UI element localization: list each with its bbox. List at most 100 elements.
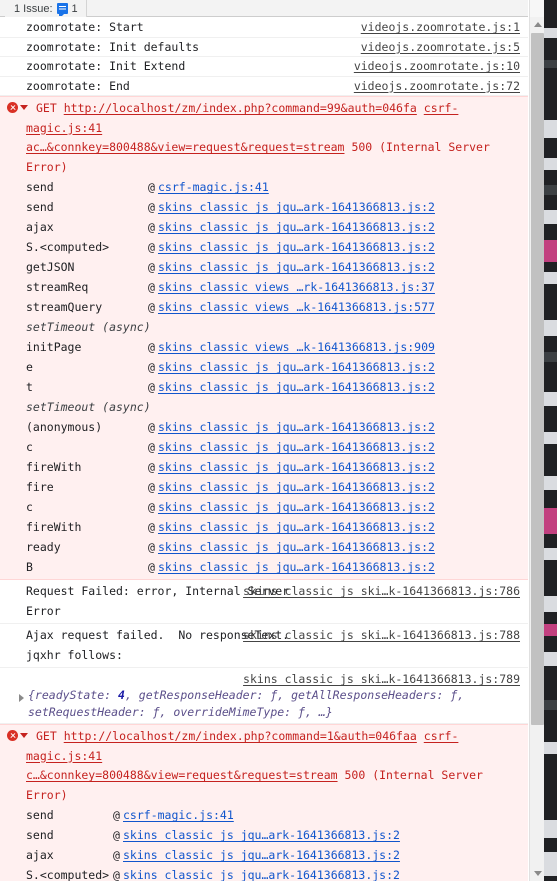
request-url-line2[interactable]: c…&connkey=800488&view=request&request=s…: [26, 768, 338, 782]
issues-chip-button[interactable]: 1 Issue: 1: [5, 0, 87, 17]
log-source-link[interactable]: videojs.zoomrotate.js:10: [354, 57, 520, 76]
stack-source-link[interactable]: skins_classic_views …rk-1641366813.js:37: [158, 277, 435, 297]
console-object-message[interactable]: skins_classic_js_ski…k-1641366813.js:789…: [0, 668, 528, 724]
object-source-link[interactable]: skins_classic_js_ski…k-1641366813.js:789: [243, 670, 520, 690]
triangle-right-icon[interactable]: [19, 694, 24, 702]
stack-function-name: e: [26, 360, 33, 374]
console-log-message[interactable]: zoomrotate: Init Extend videojs.zoomrotat…: [0, 57, 528, 77]
stack-at-symbol: @: [148, 520, 155, 534]
scroll-up-glyph: [533, 22, 542, 27]
stack-source-link[interactable]: skins_classic_js_jqu…ark-1641366813.js:2: [123, 845, 400, 865]
stack-frame-row[interactable]: send @ csrf-magic.js:41: [0, 177, 528, 197]
stack-source-link[interactable]: skins_classic_js_jqu…ark-1641366813.js:2: [158, 357, 435, 377]
plain-source-link[interactable]: skins_classic_js_ski…k-1641366813.js:786: [243, 582, 520, 602]
stack-source-link[interactable]: skins_classic_js_jqu…ark-1641366813.js:2: [158, 257, 435, 277]
stack-at-symbol: @: [148, 560, 155, 574]
stack-frame-row[interactable]: ajax @ skins_classic_js_jqu…ark-1641366813…: [0, 845, 528, 865]
stack-function-name: ready: [26, 540, 61, 554]
stack-frame-row[interactable]: fire @ skins_classic_js_jqu…ark-1641366813…: [0, 477, 528, 497]
stack-source-link[interactable]: skins_classic_js_jqu…ark-1641366813.js:2: [158, 537, 435, 557]
stack-source-link[interactable]: skins_classic_js_jqu…ark-1641366813.js:2: [158, 517, 435, 537]
stack-async-marker: setTimeout (async): [0, 397, 528, 417]
stack-frame-row[interactable]: c @ skins_classic_js_jqu…ark-1641366813.js…: [0, 437, 528, 457]
stack-function-name: send: [26, 200, 54, 214]
console-plain-message[interactable]: Ajax request failed. No responseText. jq…: [0, 624, 528, 668]
console-scrollbar[interactable]: [529, 0, 545, 881]
stack-source-link[interactable]: skins_classic_js_jqu…ark-1641366813.js:2: [123, 865, 400, 881]
stack-source-link[interactable]: skins_classic_js_jqu…ark-1641366813.js:2: [158, 557, 435, 577]
stack-frame-row[interactable]: streamReq @ skins_classic_views …rk-164136…: [0, 277, 528, 297]
log-source-link[interactable]: videojs.zoomrotate.js:72: [354, 77, 520, 96]
object-preview[interactable]: {readyState: 4, getResponseHeader: ƒ, ge…: [26, 687, 520, 721]
log-text: zoomrotate: Init Extend: [26, 59, 186, 73]
stack-frame-row[interactable]: B @ skins_classic_js_jqu…ark-1641366813.js…: [0, 557, 528, 577]
object-preview-prefix: {readyState:: [28, 688, 119, 702]
stack-frame-row[interactable]: e @ skins_classic_js_jqu…ark-1641366813.js…: [0, 357, 528, 377]
log-source-link[interactable]: videojs.zoomrotate.js:1: [361, 18, 520, 37]
stack-frame-row[interactable]: send @ skins_classic_js_jqu…ark-1641366813…: [0, 197, 528, 217]
stack-frame-row[interactable]: ajax @ skins_classic_js_jqu…ark-1641366813…: [0, 217, 528, 237]
triangle-down-icon[interactable]: [20, 105, 28, 110]
stack-frame-row[interactable]: c @ skins_classic_js_jqu…ark-1641366813.js…: [0, 497, 528, 517]
log-source-link[interactable]: videojs.zoomrotate.js:5: [361, 38, 520, 57]
stack-frame-row[interactable]: t @ skins_classic_js_jqu…ark-1641366813.js…: [0, 377, 528, 397]
stack-at-symbol: @: [148, 220, 155, 234]
scrollbar-thumb[interactable]: [531, 33, 544, 725]
stack-frame-row[interactable]: initPage @ skins_classic_views …k-16413668…: [0, 337, 528, 357]
stack-at-symbol: @: [148, 420, 155, 434]
request-url-line2[interactable]: ac…&connkey=800488&view=request&request=…: [26, 140, 345, 154]
stack-frame-row[interactable]: S.<computed> @ skins_classic_js_jqu…ark-16…: [0, 237, 528, 257]
stack-frame-row[interactable]: S.<computed> @ skins_classic_js_jqu…ark-16…: [0, 865, 528, 881]
stack-async-marker: setTimeout (async): [0, 317, 528, 337]
stack-source-link[interactable]: skins_classic_js_jqu…ark-1641366813.js:2: [123, 825, 400, 845]
stack-source-link[interactable]: csrf-magic.js:41: [123, 805, 234, 825]
console-log-message[interactable]: zoomrotate: Start videojs.zoomrotate.js:1: [0, 18, 528, 38]
console-log-message[interactable]: zoomrotate: Init defaults videojs.zoomrot…: [0, 38, 528, 57]
stack-frame-row[interactable]: fireWith @ skins_classic_js_jqu…ark-164136…: [0, 457, 528, 477]
stack-source-link[interactable]: skins_classic_views …k-1641366813.js:577: [158, 297, 435, 317]
stack-frame-row[interactable]: fireWith @ skins_classic_js_jqu…ark-164136…: [0, 517, 528, 537]
stack-frame-row[interactable]: streamQuery @ skins_classic_views …k-16413…: [0, 297, 528, 317]
stack-source-link[interactable]: skins_classic_js_jqu…ark-1641366813.js:2: [158, 417, 435, 437]
plain-source-link[interactable]: skins_classic_js_ski…k-1641366813.js:788: [243, 626, 520, 646]
stack-at-symbol: @: [148, 540, 155, 554]
error-header[interactable]: GET http://localhost/zm/index.php?comman…: [0, 725, 528, 805]
request-url-line1[interactable]: http://localhost/zm/index.php?command=99…: [64, 101, 417, 115]
stack-source-link[interactable]: skins_classic_js_jqu…ark-1641366813.js:2: [158, 217, 435, 237]
stack-at-symbol: @: [148, 200, 155, 214]
stack-function-name: S.<computed>: [26, 240, 110, 254]
error-header[interactable]: GET http://localhost/zm/index.php?comman…: [0, 97, 528, 177]
stack-source-link[interactable]: skins_classic_js_jqu…ark-1641366813.js:2: [158, 497, 435, 517]
console-error-message[interactable]: GET http://localhost/zm/index.php?comman…: [0, 96, 528, 580]
stack-frame-row[interactable]: (anonymous) @ skins_classic_js_jqu…ark-164…: [0, 417, 528, 437]
stack-source-link[interactable]: skins_classic_views …k-1641366813.js:909: [158, 337, 435, 357]
scroll-up-arrow-icon[interactable]: [530, 17, 545, 32]
issues-bar: 1 Issue: 1: [0, 0, 528, 17]
stack-source-link[interactable]: skins_classic_js_jqu…ark-1641366813.js:2: [158, 377, 435, 397]
stack-function-name: streamQuery: [26, 300, 103, 314]
stack-function-name: B: [26, 560, 33, 574]
stack-frame-row[interactable]: send @ csrf-magic.js:41: [0, 805, 528, 825]
console-plain-message[interactable]: Request Failed: error, Internal Server E…: [0, 580, 528, 624]
stack-function-name: fireWith: [26, 520, 82, 534]
stack-source-link[interactable]: skins_classic_js_jqu…ark-1641366813.js:2: [158, 437, 435, 457]
scroll-down-arrow-icon[interactable]: [530, 866, 545, 881]
stack-frame-row[interactable]: send @ skins_classic_js_jqu…ark-1641366813…: [0, 825, 528, 845]
stack-source-link[interactable]: skins_classic_js_jqu…ark-1641366813.js:2: [158, 457, 435, 477]
request-url-line1[interactable]: http://localhost/zm/index.php?command=1&…: [64, 729, 417, 743]
stack-frame-row[interactable]: ready @ skins_classic_js_jqu…ark-164136681…: [0, 537, 528, 557]
console-error-message[interactable]: GET http://localhost/zm/index.php?comman…: [0, 724, 528, 881]
console-message-list[interactable]: zoomrotate: Start videojs.zoomrotate.js:1…: [0, 18, 528, 881]
stack-source-link[interactable]: skins_classic_js_jqu…ark-1641366813.js:2: [158, 237, 435, 257]
stack-source-link[interactable]: csrf-magic.js:41: [158, 177, 269, 197]
stack-frame-row[interactable]: getJSON @ skins_classic_js_jqu…ark-1641366…: [0, 257, 528, 277]
triangle-down-icon[interactable]: [20, 733, 28, 738]
stack-at-symbol: @: [148, 440, 155, 454]
request-method: GET: [36, 101, 57, 115]
stack-source-link[interactable]: skins_classic_js_jqu…ark-1641366813.js:2: [158, 477, 435, 497]
stack-function-name: getJSON: [26, 260, 75, 274]
stack-at-symbol: @: [148, 180, 155, 194]
console-log-message[interactable]: zoomrotate: End videojs.zoomrotate.js:72: [0, 77, 528, 96]
stack-at-symbol: @: [113, 848, 120, 862]
stack-source-link[interactable]: skins_classic_js_jqu…ark-1641366813.js:2: [158, 197, 435, 217]
